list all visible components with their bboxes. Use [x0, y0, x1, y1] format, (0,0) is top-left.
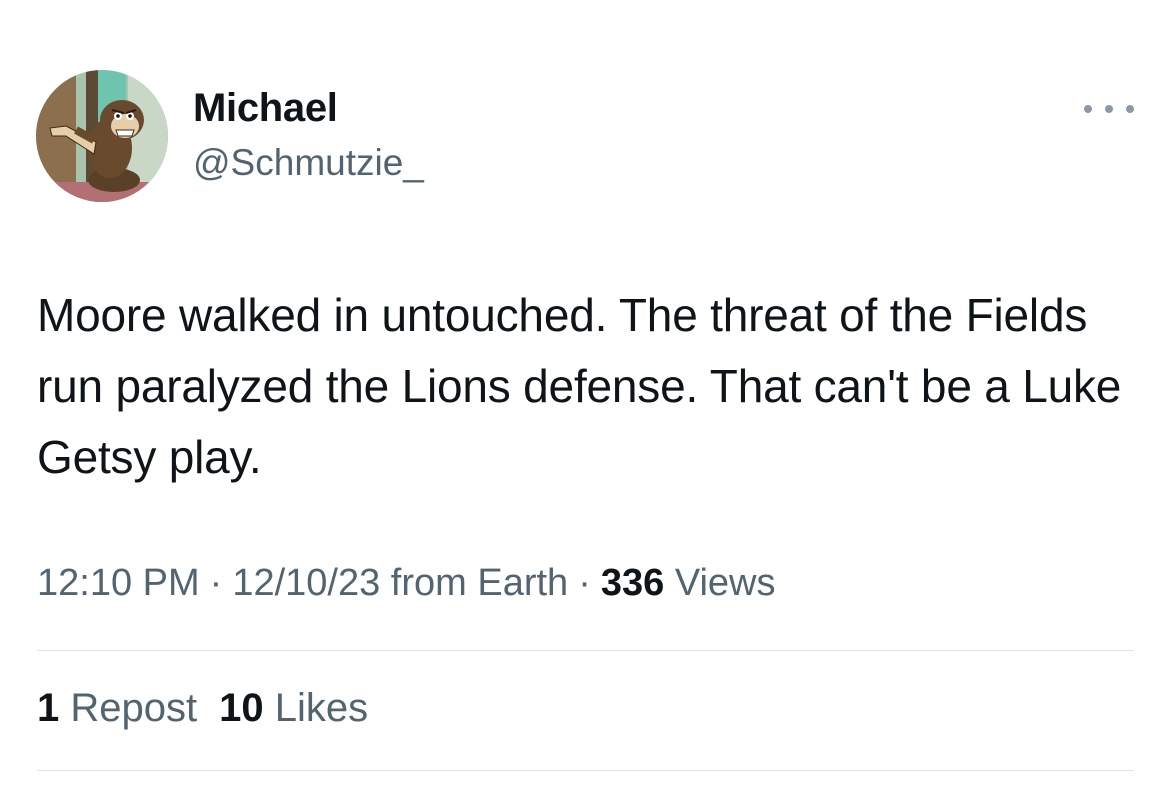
tweet-stats: 1 Repost 10 Likes: [37, 686, 368, 731]
likes-count: 10: [219, 686, 264, 730]
more-horizontal-icon-dot: [1126, 105, 1134, 113]
more-horizontal-icon-dot: [1105, 105, 1113, 113]
more-options-button[interactable]: [1084, 96, 1134, 122]
views-label: Views: [674, 562, 776, 604]
avatar[interactable]: [36, 70, 168, 202]
divider: [37, 770, 1134, 771]
reposts-label: Repost: [70, 686, 198, 730]
tweet-meta: 12:10 PM · 12/10/23 from Earth · 336 Views: [37, 562, 776, 605]
author-handle[interactable]: @Schmutzie_: [193, 142, 424, 184]
reposts-stat[interactable]: 1 Repost: [37, 686, 197, 730]
likes-label: Likes: [274, 686, 369, 730]
meta-separator: ·: [578, 562, 591, 604]
likes-stat[interactable]: 10 Likes: [219, 686, 368, 730]
cartoon-monkey-avatar: [36, 70, 168, 202]
tweet-location: from Earth: [390, 562, 569, 604]
tweet-text: Moore walked in untouched. The threat of…: [37, 289, 1122, 483]
more-horizontal-icon: [1084, 105, 1092, 113]
meta-separator: ·: [209, 562, 223, 604]
reposts-count: 1: [37, 686, 60, 730]
divider: [37, 650, 1134, 651]
views-count: 336: [600, 562, 665, 604]
tweet-date[interactable]: 12/10/23: [232, 562, 380, 604]
author-display-name[interactable]: Michael: [193, 86, 338, 131]
tweet-time[interactable]: 12:10 PM: [37, 562, 200, 604]
